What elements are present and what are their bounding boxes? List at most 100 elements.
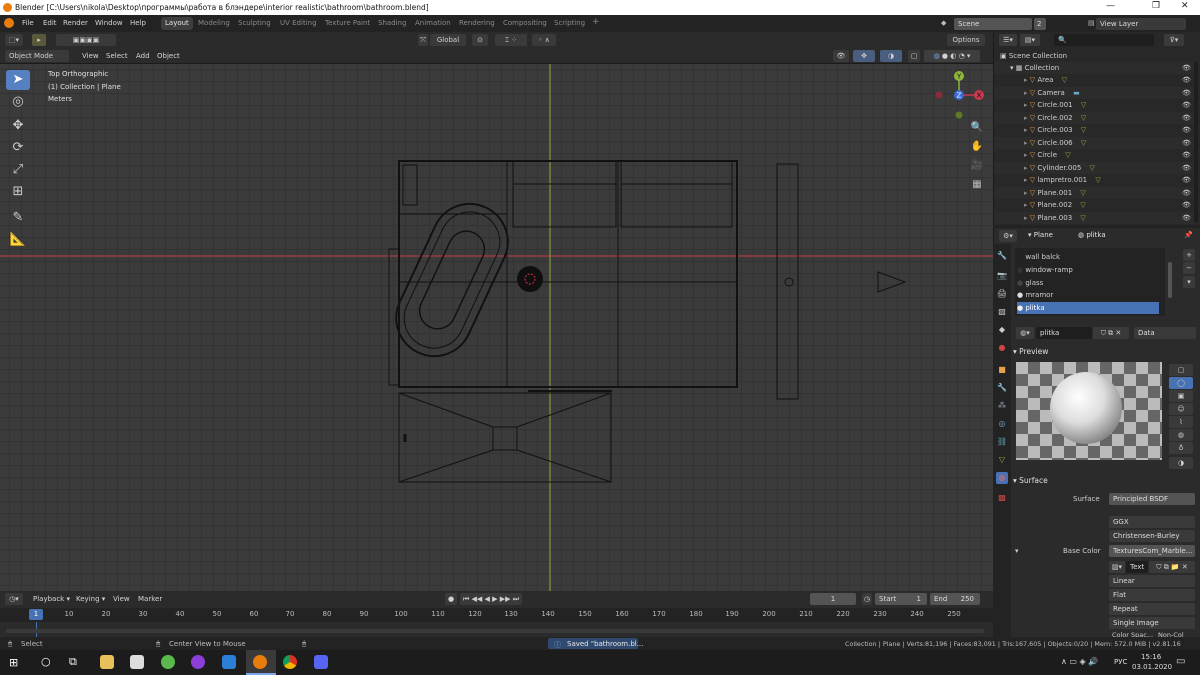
link-dropdown[interactable]: Data [1134,327,1196,339]
task-view-icon[interactable]: ⧉ [69,655,77,669]
base-color-texture-field[interactable]: TexturesCom_Marble... [1109,545,1195,557]
visibility-icon[interactable]: 👁 [833,50,849,62]
visibility-eye-icon[interactable]: 👁 [1182,112,1191,124]
scene-name-field[interactable]: Scene [954,18,1032,30]
object-data-icon[interactable]: ▽ [1078,214,1085,222]
options-dropdown[interactable]: Options [947,34,985,46]
tab-modeling[interactable]: Modeling [198,19,230,27]
collection-row[interactable]: ▾ ▦ Collection 👁 [994,62,1194,74]
data-tab-icon[interactable]: ▽ [996,454,1008,466]
navigation-gizmo[interactable]: Y Z X [930,68,990,128]
remove-slot-button[interactable]: − [1183,262,1195,274]
select-box-tool-icon[interactable]: ▸ [32,34,46,46]
image-source-dropdown[interactable]: Single Image [1109,617,1195,629]
system-tray-icons[interactable]: ∧ ▭ ◈ 🔊 [1061,657,1098,666]
shading-modes-icon[interactable]: ◍ ● ◐ ◔ ▾ [924,50,980,62]
measure-tool-icon[interactable]: 📐 [6,230,30,250]
preview-cube-icon[interactable]: ▣ [1169,390,1193,402]
object-data-icon[interactable]: ▽ [1079,101,1086,109]
overlay-toggle-icon[interactable]: ◑ [880,50,902,62]
tab-animation[interactable]: Animation [415,19,451,27]
outliner-item-cylinder-005[interactable]: ▸ ▽ Cylinder.005 ▽ 👁 [994,161,1194,174]
xray-toggle-icon[interactable]: ▢ [908,50,920,62]
modifier-tab-icon[interactable]: 🔧 [996,382,1008,394]
menu-add[interactable]: Add [136,52,150,60]
scale-tool-icon[interactable]: ⤢ [6,160,30,180]
properties-editor-type-icon[interactable]: ⚙▾ [999,230,1017,242]
view-layer-field[interactable]: View Layer [1096,18,1186,30]
filter-icon[interactable]: ⊽▾ [1164,34,1184,46]
projection-dropdown[interactable]: Flat [1109,589,1195,601]
subsurface-method-dropdown[interactable]: Christensen-Burley [1109,530,1195,542]
object-data-icon[interactable]: ▽ [1059,76,1067,84]
object-data-icon[interactable]: ▽ [1079,139,1086,147]
preview-cloth-icon[interactable]: ♁ [1169,442,1193,454]
gizmo-toggle-icon[interactable]: ✥ [853,50,875,62]
material-datablock-actions-icon[interactable]: ⛉ ⧉ ✕ [1093,327,1129,339]
visibility-eye-icon[interactable]: 👁 [1182,212,1191,224]
file-explorer-icon[interactable] [100,655,114,669]
slot-menu-icon[interactable]: ▾ [1183,276,1195,288]
snap-buttons-icon[interactable]: ⌶ ⁘ [495,34,527,46]
edge-icon[interactable] [222,655,236,669]
object-data-icon[interactable]: ▽ [1078,201,1085,209]
minimize-button[interactable]: — [1106,1,1115,11]
timeline-view-menu[interactable]: View [113,595,130,603]
close-button[interactable]: ✕ [1181,1,1189,11]
menu-file[interactable]: File [22,19,34,27]
visibility-eye-icon[interactable]: 👁 [1182,199,1191,211]
3d-viewport[interactable]: Top Orthographic (1) Collection | Plane … [0,64,993,591]
object-data-icon[interactable]: ▽ [1079,126,1086,134]
outliner-editor-type-icon[interactable]: ☰▾ [999,34,1017,46]
playback-controls-icon[interactable]: ⏮ ◀◀ ◀ ▶ ▶▶ ⏭ [460,593,522,605]
physics-tab-icon[interactable]: ◎ [996,418,1008,430]
visibility-eye-icon[interactable]: 👁 [1182,187,1191,199]
cursor-tool-icon[interactable]: ◎ [6,92,30,112]
preview-range-icon[interactable]: ◷ [862,593,872,605]
outliner-item-lampretro-001[interactable]: ▸ ▽ lampretro.001 ▽ 👁 [994,174,1194,186]
object-data-icon[interactable]: ▽ [1078,189,1085,197]
visibility-eye-icon[interactable]: 👁 [1182,162,1191,174]
visibility-eye-icon[interactable]: 👁 [1182,99,1191,111]
visibility-eye-icon[interactable]: 👁 [1182,87,1191,99]
visibility-eye-icon[interactable]: 👁 [1182,124,1191,136]
image-browse-icon[interactable]: ▨▾ [1109,561,1125,573]
outliner-item-area[interactable]: ▸ ▽ Area ▽ 👁 [994,74,1194,86]
select-tool-icon[interactable]: ➤ [6,70,30,90]
move-tool-icon[interactable]: ✥ [6,116,30,136]
rotate-tool-icon[interactable]: ⟳ [6,138,30,158]
outliner-item-circle-003[interactable]: ▸ ▽ Circle.003 ▽ 👁 [994,124,1194,136]
menu-window[interactable]: Window [95,19,123,27]
distribution-dropdown[interactable]: GGX [1109,516,1195,528]
menu-edit[interactable]: Edit [43,19,57,27]
outliner-item-plane-002[interactable]: ▸ ▽ Plane.002 ▽ 👁 [994,199,1194,211]
slot-list-scrollbar[interactable] [1168,262,1172,298]
image-name-field[interactable]: Text [1126,561,1148,573]
visibility-eye-icon[interactable]: 👁 [1182,74,1191,86]
object-data-icon[interactable]: ▽ [1087,164,1095,172]
end-frame-field[interactable]: End 250 [930,593,980,605]
preview-section-header[interactable]: ▾ Preview [1013,347,1048,356]
timeline-scrollbar[interactable] [6,629,984,633]
utorrent-icon[interactable] [161,655,175,669]
outliner-item-camera[interactable]: ▸ ▽ Camera ▬ 👁 [994,86,1194,99]
outliner-item-plane-001[interactable]: ▸ ▽ Plane.001 ▽ 👁 [994,186,1194,199]
menu-object[interactable]: Object [157,52,180,60]
tab-shading[interactable]: Shading [378,19,406,27]
tab-rendering[interactable]: Rendering [459,19,495,27]
material-name-field[interactable]: plitka [1036,327,1092,339]
visibility-eye-icon[interactable]: 👁 [1182,149,1191,161]
preview-world-icon[interactable]: ◑ [1169,457,1193,469]
material-tab-icon[interactable]: ◍ [996,472,1008,484]
playback-menu[interactable]: Playback ▾ [33,595,70,603]
timeline-editor-type-icon[interactable]: ◷▾ [5,593,23,605]
transform-tool-icon[interactable]: ⊞ [6,182,30,202]
timeline-ruler[interactable]: 1 10 20 30 40 50 60 70 80 90 100 110 120… [0,608,993,622]
menu-help[interactable]: Help [130,19,146,27]
menu-render[interactable]: Render [63,19,88,27]
preview-flat-icon[interactable]: ▢ [1169,364,1193,376]
marker-menu[interactable]: Marker [138,595,162,603]
object-data-icon[interactable]: ▽ [1093,176,1100,184]
pan-hand-icon[interactable]: ✋ [969,141,985,157]
visibility-eye-icon[interactable]: 👁 [1182,174,1191,186]
